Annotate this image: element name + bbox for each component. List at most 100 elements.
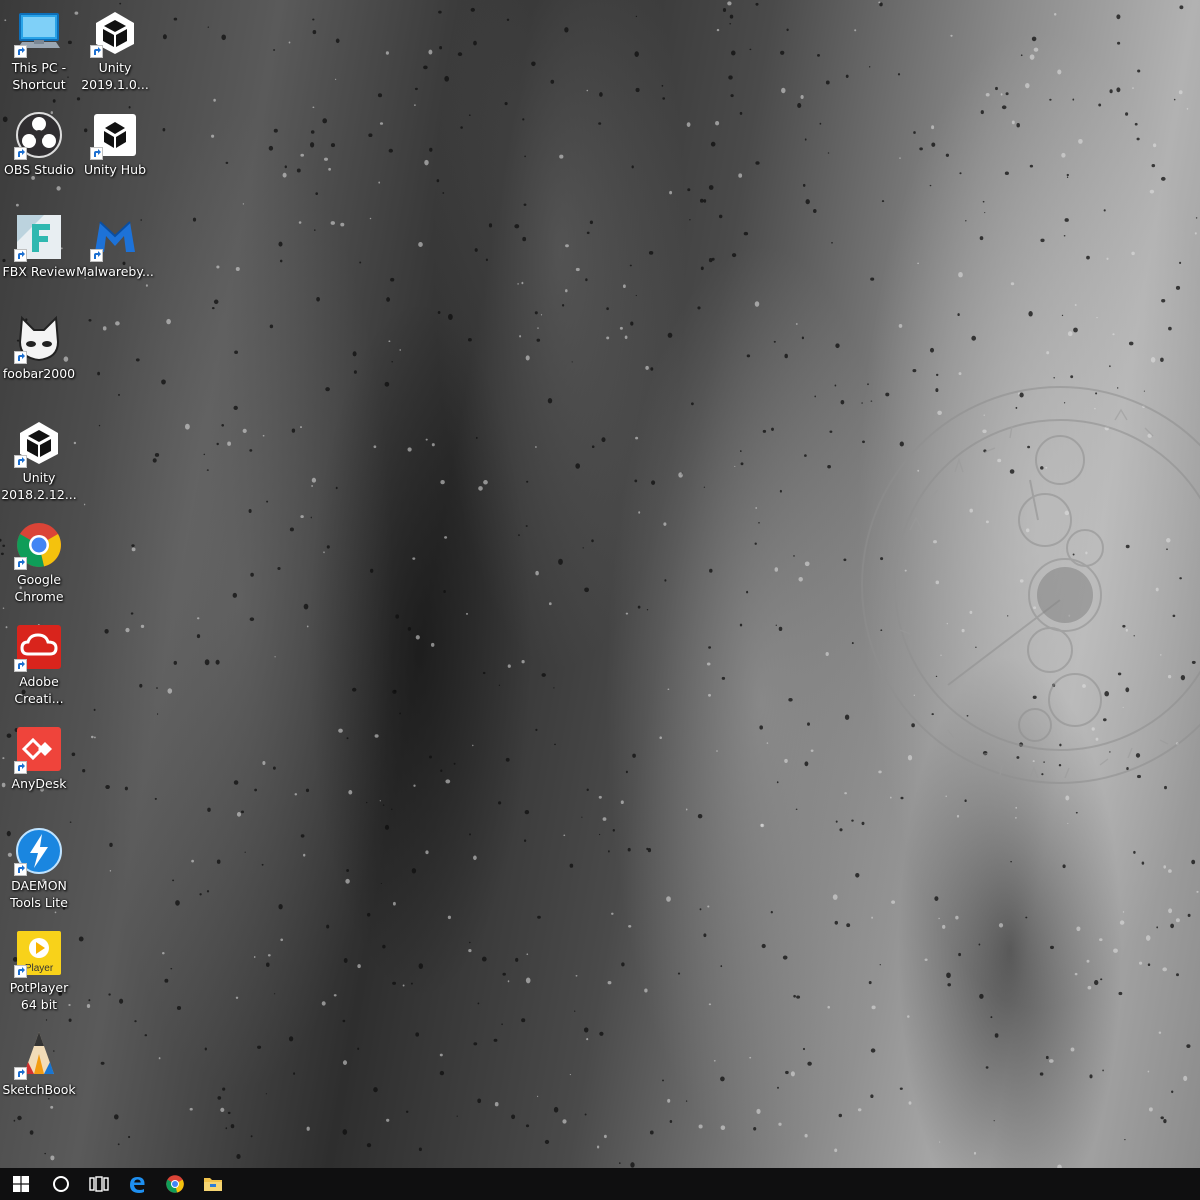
raindrop (662, 1079, 664, 1082)
raindrop (519, 335, 522, 338)
raindrop (871, 916, 873, 919)
desktop-icon-unity-2018[interactable]: Unity 2018.2.12... (0, 418, 78, 503)
raindrop (235, 996, 239, 999)
raindrop (708, 693, 711, 697)
raindrop (468, 949, 472, 953)
raindrop (1183, 1075, 1188, 1082)
chrome-button[interactable] (156, 1168, 194, 1200)
raindrop (392, 901, 396, 906)
daemon-tools-icon (14, 826, 64, 876)
raindrop (391, 361, 394, 363)
raindrop (708, 1003, 712, 1006)
raindrop (248, 509, 252, 513)
raindrop (391, 808, 393, 810)
raindrop (172, 879, 175, 882)
obs-studio-icon (14, 110, 64, 160)
raindrop (582, 547, 584, 549)
raindrop (1186, 1044, 1191, 1048)
raindrop (93, 708, 96, 712)
desktop-icon-foobar2000[interactable]: foobar2000 (0, 314, 78, 383)
desktop-icon-obs-studio[interactable]: OBS Studio (0, 110, 78, 179)
desktop-icon-fbx-review[interactable]: FBX Review (0, 212, 78, 281)
raindrop (571, 361, 573, 363)
raindrop (846, 923, 851, 928)
raindrop (1161, 299, 1166, 303)
raindrop (284, 165, 287, 169)
raindrop (1145, 935, 1151, 941)
task-view-button[interactable] (80, 1168, 118, 1200)
raindrop (203, 453, 206, 456)
start-button[interactable] (0, 1168, 42, 1200)
raindrop (431, 443, 435, 447)
desktop-icon-adobe-creative-cloud[interactable]: Adobe Creati... (0, 622, 78, 707)
raindrop (1151, 163, 1156, 168)
raindrop (17, 1115, 22, 1121)
raindrop (708, 646, 712, 649)
raindrop (388, 340, 391, 343)
raindrop (215, 659, 220, 665)
raindrop (608, 850, 610, 853)
desktop-icon-unity-hub[interactable]: Unity Hub (76, 110, 154, 179)
shortcut-arrow-icon (14, 659, 27, 672)
desktop-icon-potplayer[interactable]: Player PotPlayer 64 bit (0, 928, 78, 1013)
raindrop (211, 306, 215, 310)
desktop-icon-anydesk[interactable]: AnyDesk (0, 724, 78, 793)
raindrop (708, 185, 714, 190)
raindrop (310, 142, 315, 148)
raindrop (784, 353, 788, 359)
raindrop (213, 98, 216, 102)
raindrop (1160, 1116, 1164, 1120)
raindrop (68, 1018, 72, 1022)
raindrop (727, 1, 732, 6)
desktop-icon-this-pc[interactable]: This PC - Shortcut (0, 8, 78, 93)
raindrop (444, 75, 450, 82)
raindrop (697, 306, 701, 310)
edge-button[interactable] (118, 1168, 156, 1200)
raindrop (825, 80, 830, 85)
raindrop (780, 50, 785, 55)
potplayer-icon: Player (14, 928, 64, 978)
raindrop (550, 79, 555, 84)
raindrop (216, 442, 219, 446)
raindrop (630, 321, 634, 326)
desktop-icon-google-chrome[interactable]: Google Chrome (0, 520, 78, 605)
raindrop (814, 395, 816, 398)
raindrop (91, 735, 94, 739)
raindrop (537, 1095, 539, 1098)
raindrop (1096, 317, 1098, 319)
raindrop (436, 179, 440, 183)
raindrop (1073, 327, 1078, 333)
raindrop (834, 384, 837, 387)
raindrop (366, 801, 368, 804)
raindrop (713, 1060, 716, 1062)
raindrop (844, 714, 850, 720)
raindrop (367, 912, 371, 917)
raindrop (755, 2, 759, 6)
raindrop (234, 350, 239, 355)
raindrop (730, 94, 734, 98)
raindrop (162, 128, 166, 132)
raindrop (995, 86, 998, 91)
raindrop (790, 1071, 795, 1077)
raindrop (220, 1107, 225, 1113)
raindrop (418, 242, 423, 247)
cortana-button[interactable] (42, 1168, 80, 1200)
raindrop (370, 568, 374, 573)
raindrop (771, 427, 774, 431)
raindrop (294, 793, 298, 796)
desktop-icon-unity-2019[interactable]: Unity 2019.1.0... (76, 8, 154, 93)
raindrop (878, 1, 881, 4)
desktop-icon-sketchbook[interactable]: SketchBook (0, 1030, 78, 1099)
raindrop (306, 1126, 310, 1131)
file-explorer-button[interactable] (194, 1168, 232, 1200)
raindrop (739, 111, 743, 115)
raindrop (971, 335, 977, 341)
raindrop (716, 750, 718, 752)
fbx-review-icon (14, 212, 64, 262)
raindrop (250, 1135, 253, 1138)
desktop-icon-malwarebytes[interactable]: Malwareby... (76, 212, 154, 281)
raindrop (273, 993, 276, 995)
desktop-icon-daemon-tools[interactable]: DAEMON Tools Lite (0, 826, 78, 911)
raindrop (161, 379, 166, 385)
raindrop (984, 212, 986, 214)
